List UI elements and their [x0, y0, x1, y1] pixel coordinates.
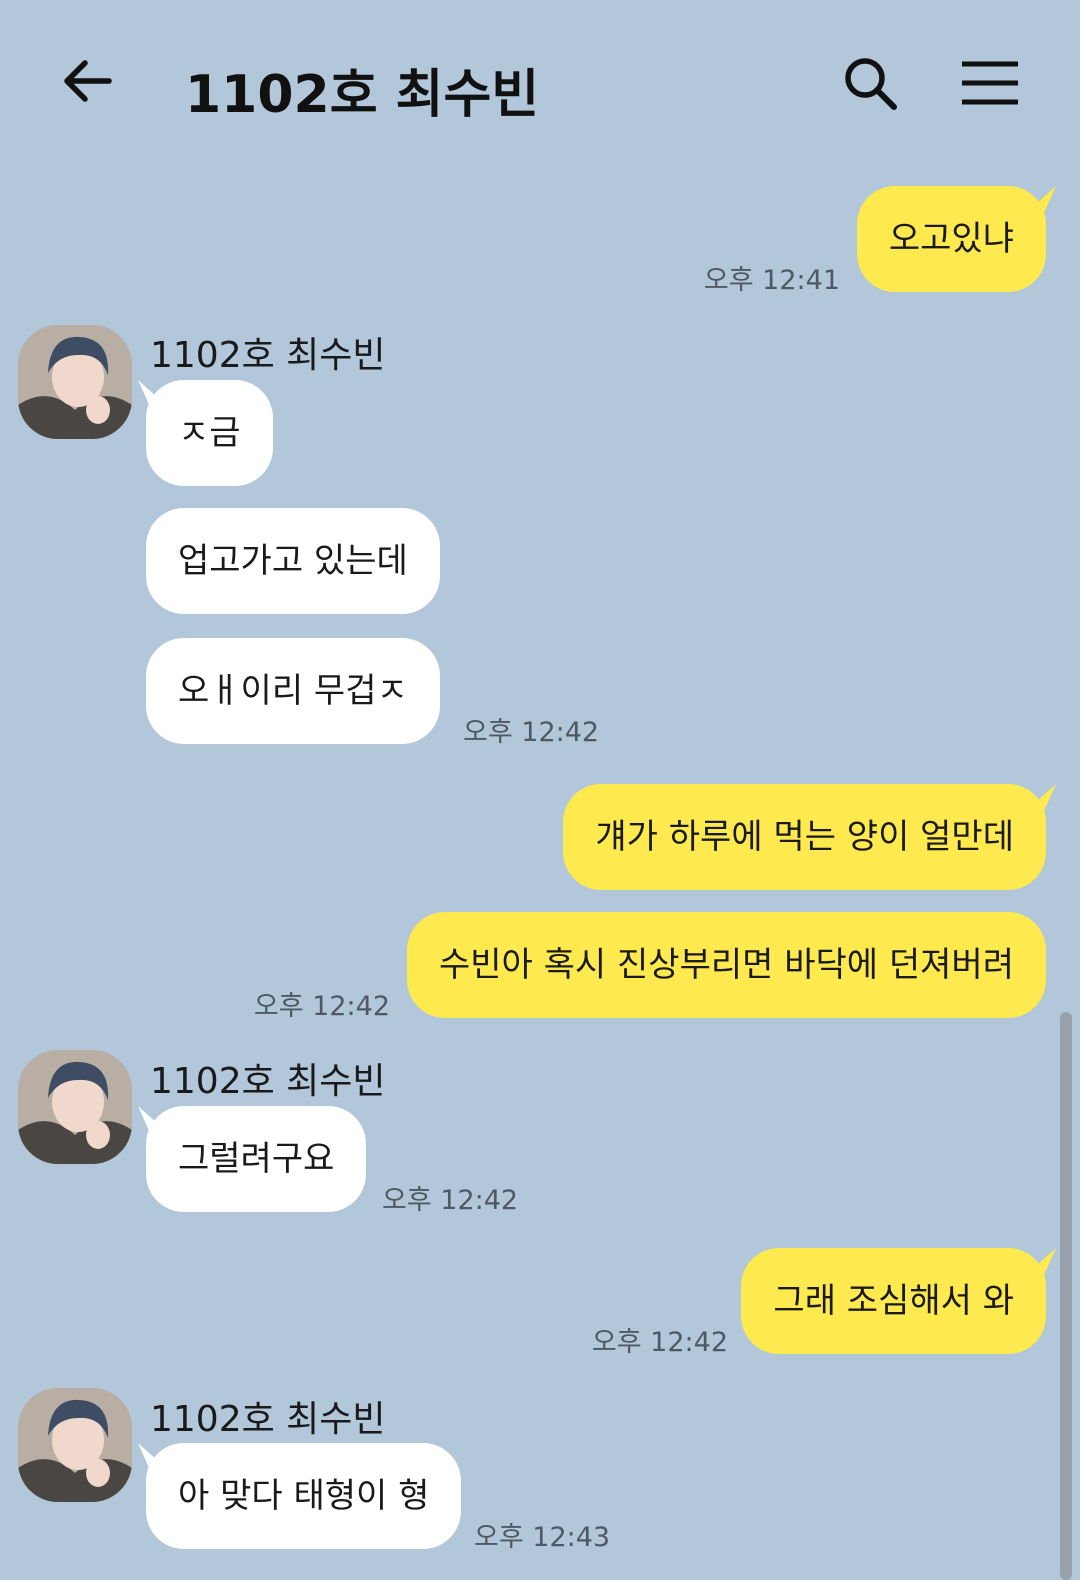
- arrow-left-icon: [64, 60, 112, 102]
- incoming-message-bubble[interactable]: 업고가고 있는데: [146, 508, 440, 614]
- back-button[interactable]: [52, 46, 122, 116]
- avatar[interactable]: [18, 1050, 132, 1164]
- outgoing-message-bubble[interactable]: 걔가 하루에 먹는 양이 얼만데: [563, 784, 1046, 890]
- sender-name: 1102호 최수빈: [150, 1061, 386, 1102]
- message-time: 오후 12:42: [463, 717, 600, 748]
- chat-title: 1102호 최수빈: [185, 65, 540, 125]
- scrollbar[interactable]: [1060, 1012, 1072, 1580]
- incoming-message-bubble[interactable]: 오ㅐ이리 무겁ㅈ: [146, 638, 440, 744]
- message-text: 수빈아 혹시 진상부리면 바닥에 던져버려: [439, 945, 1014, 985]
- incoming-message-bubble[interactable]: 그럴려구요: [146, 1106, 367, 1212]
- message-time: 오후 12:42: [382, 1185, 519, 1216]
- message-text: 걔가 하루에 먹는 양이 얼만데: [595, 817, 1014, 857]
- message-text: 오고있냐: [888, 219, 1014, 259]
- outgoing-message-bubble[interactable]: 수빈아 혹시 진상부리면 바닥에 던져버려: [407, 912, 1046, 1018]
- incoming-message-bubble[interactable]: 아 맞다 태형이 형: [146, 1443, 462, 1549]
- sender-name: 1102호 최수빈: [150, 335, 386, 376]
- hamburger-menu-icon: [962, 61, 1018, 105]
- search-button[interactable]: [835, 48, 905, 118]
- message-text: 아 맞다 태형이 형: [178, 1476, 430, 1516]
- message-time: 오후 12:42: [591, 1327, 728, 1358]
- outgoing-message-bubble[interactable]: 그래 조심해서 와: [741, 1248, 1046, 1354]
- message-text: 그럴려구요: [178, 1139, 335, 1179]
- message-time: 오후 12:43: [474, 1522, 611, 1553]
- message-text: ㅈ금: [178, 413, 241, 453]
- chat-header: 1102호 최수빈: [0, 0, 1080, 165]
- sender-name: 1102호 최수빈: [150, 1399, 386, 1440]
- message-time: 오후 12:42: [253, 991, 390, 1022]
- menu-button[interactable]: [955, 48, 1025, 118]
- chat-screen: 1102호 최수빈 오고있냐 오후 12:41 1102호 최수빈 ㅈ금 업고가…: [0, 0, 1080, 1580]
- message-text: 오ㅐ이리 무겁ㅈ: [178, 671, 408, 711]
- message-text: 그래 조심해서 와: [773, 1281, 1014, 1321]
- avatar[interactable]: [18, 325, 132, 439]
- message-text: 업고가고 있는데: [178, 541, 408, 581]
- search-icon: [845, 58, 897, 110]
- message-time: 오후 12:41: [703, 265, 840, 296]
- outgoing-message-bubble[interactable]: 오고있냐: [856, 186, 1046, 292]
- avatar[interactable]: [18, 1388, 132, 1502]
- incoming-message-bubble[interactable]: ㅈ금: [146, 380, 273, 486]
